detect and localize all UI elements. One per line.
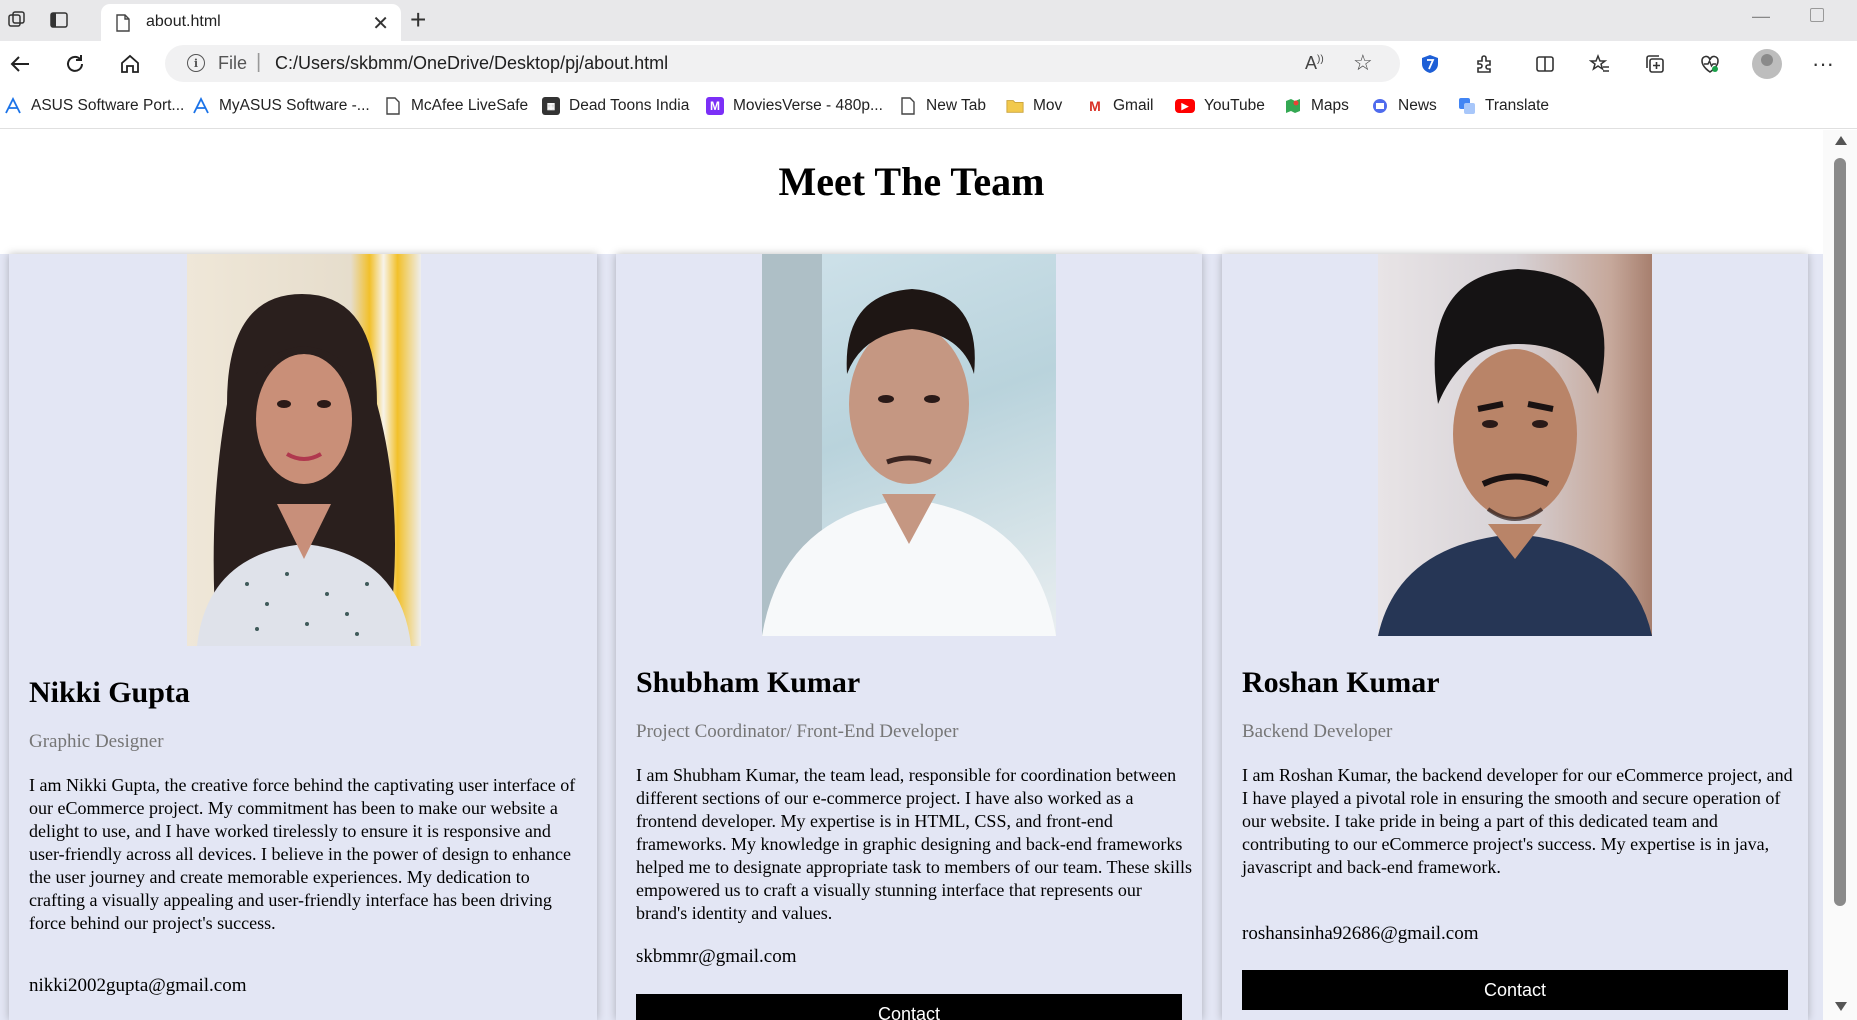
info-icon[interactable]: i: [187, 54, 205, 72]
more-menu-icon[interactable]: ···: [1808, 49, 1838, 79]
bookmark-asus[interactable]: ASUS Software Port...: [4, 97, 184, 115]
deadtoons-icon: ▦: [542, 97, 560, 115]
member-bio: I am Nikki Gupta, the creative force beh…: [29, 775, 576, 933]
address-url[interactable]: C:/Users/skbmm/OneDrive/Desktop/pj/about…: [275, 53, 668, 74]
bookmark-moviesverse[interactable]: M MoviesVerse - 480p...: [706, 97, 883, 115]
refresh-icon[interactable]: [60, 49, 90, 79]
bookmark-youtube[interactable]: ▶ YouTube: [1175, 97, 1265, 115]
restore-icon[interactable]: [1810, 8, 1824, 22]
youtube-icon: ▶: [1175, 99, 1195, 113]
bookmarks-bar: ASUS Software Port... MyASUS Software -.…: [0, 86, 1857, 129]
read-aloud-icon[interactable]: A)): [1305, 53, 1324, 74]
favorites-icon[interactable]: [1585, 49, 1615, 79]
scroll-up-arrow-icon[interactable]: [1835, 136, 1847, 145]
address-bar[interactable]: i File | C:/Users/skbmm/OneDrive/Desktop…: [165, 45, 1400, 82]
member-role: Backend Developer: [1242, 721, 1393, 742]
tab-active[interactable]: about.html ✕: [101, 4, 401, 41]
profile-avatar[interactable]: [1752, 49, 1782, 79]
gmail-icon: M: [1089, 98, 1101, 114]
moviesverse-icon: M: [706, 97, 724, 115]
bookmark-gmail[interactable]: M Gmail: [1086, 97, 1153, 115]
page-viewport: Meet The Team Nikki Gupta Graphic Design…: [0, 130, 1823, 1020]
member-photo: [1378, 254, 1652, 636]
maps-icon: [1284, 97, 1302, 115]
page-icon: [115, 14, 131, 37]
back-icon[interactable]: [5, 49, 35, 79]
member-email: skbmmr@gmail.com: [636, 946, 797, 967]
tab-actions-icon[interactable]: [48, 9, 70, 31]
folder-icon: [1006, 97, 1024, 115]
asus-icon: [4, 97, 22, 115]
member-name: Roshan Kumar: [1242, 666, 1440, 699]
page-scrollbar[interactable]: [1823, 130, 1857, 1020]
favorite-star-icon[interactable]: ☆: [1353, 50, 1373, 76]
bookmark-deadtoons[interactable]: ▦ Dead Toons India: [542, 97, 689, 115]
page-title: Meet The Team: [778, 159, 1045, 204]
extensions-icon[interactable]: [1470, 49, 1500, 79]
split-screen-icon[interactable]: [1530, 49, 1560, 79]
bookmark-mcafee[interactable]: McAfee LiveSafe: [384, 97, 528, 115]
bookmark-mov-folder[interactable]: Mov: [1006, 97, 1062, 115]
close-tab-icon[interactable]: ✕: [372, 11, 389, 36]
tab-bar: about.html ✕ + —: [0, 0, 1857, 41]
shield-icon[interactable]: [1415, 49, 1445, 79]
navigation-bar: i File | C:/Users/skbmm/OneDrive/Desktop…: [0, 41, 1857, 86]
bookmark-myasus[interactable]: MyASUS Software -...: [192, 97, 370, 115]
page-icon: [384, 97, 402, 115]
team-card-roshan: Roshan Kumar Backend Developer I am Rosh…: [1222, 254, 1808, 1020]
news-icon: [1371, 97, 1389, 115]
collections-icon[interactable]: [1640, 49, 1670, 79]
bookmark-maps[interactable]: Maps: [1284, 97, 1349, 115]
member-role: Project Coordinator/ Front-End Developer: [636, 721, 959, 742]
member-email: nikki2002gupta@gmail.com: [29, 975, 247, 996]
address-separator: |: [256, 51, 262, 73]
member-email: roshansinha92686@gmail.com: [1242, 923, 1479, 944]
scrollbar-thumb[interactable]: [1834, 158, 1846, 906]
translate-icon: [1458, 97, 1476, 115]
scroll-down-arrow-icon[interactable]: [1835, 1002, 1847, 1011]
tab-title: about.html: [146, 13, 221, 30]
team-card-nikki: Nikki Gupta Graphic Designer I am Nikki …: [9, 254, 597, 1020]
minimize-icon[interactable]: —: [1752, 6, 1770, 27]
member-role: Graphic Designer: [29, 731, 164, 752]
address-scheme: File: [218, 53, 248, 73]
contact-button[interactable]: Contact: [1242, 970, 1788, 1010]
member-photo: [762, 254, 1056, 636]
browser-essentials-icon[interactable]: [1695, 49, 1725, 79]
workspaces-icon[interactable]: [6, 9, 28, 31]
member-name: Shubham Kumar: [636, 666, 861, 699]
bookmark-new-tab[interactable]: New Tab: [899, 97, 986, 115]
bookmark-news[interactable]: News: [1371, 97, 1437, 115]
member-bio: I am Roshan Kumar, the backend developer…: [1242, 765, 1793, 877]
member-bio: I am Shubham Kumar, the team lead, respo…: [636, 765, 1193, 923]
myasus-icon: [192, 97, 210, 115]
member-photo: [187, 254, 421, 646]
bookmark-translate[interactable]: Translate: [1458, 97, 1549, 115]
home-icon[interactable]: [115, 49, 145, 79]
member-name: Nikki Gupta: [29, 676, 190, 709]
page-icon: [899, 97, 917, 115]
team-card-shubham: Shubham Kumar Project Coordinator/ Front…: [616, 254, 1202, 1020]
contact-button[interactable]: Contact: [636, 994, 1182, 1020]
new-tab-icon[interactable]: +: [410, 4, 426, 36]
